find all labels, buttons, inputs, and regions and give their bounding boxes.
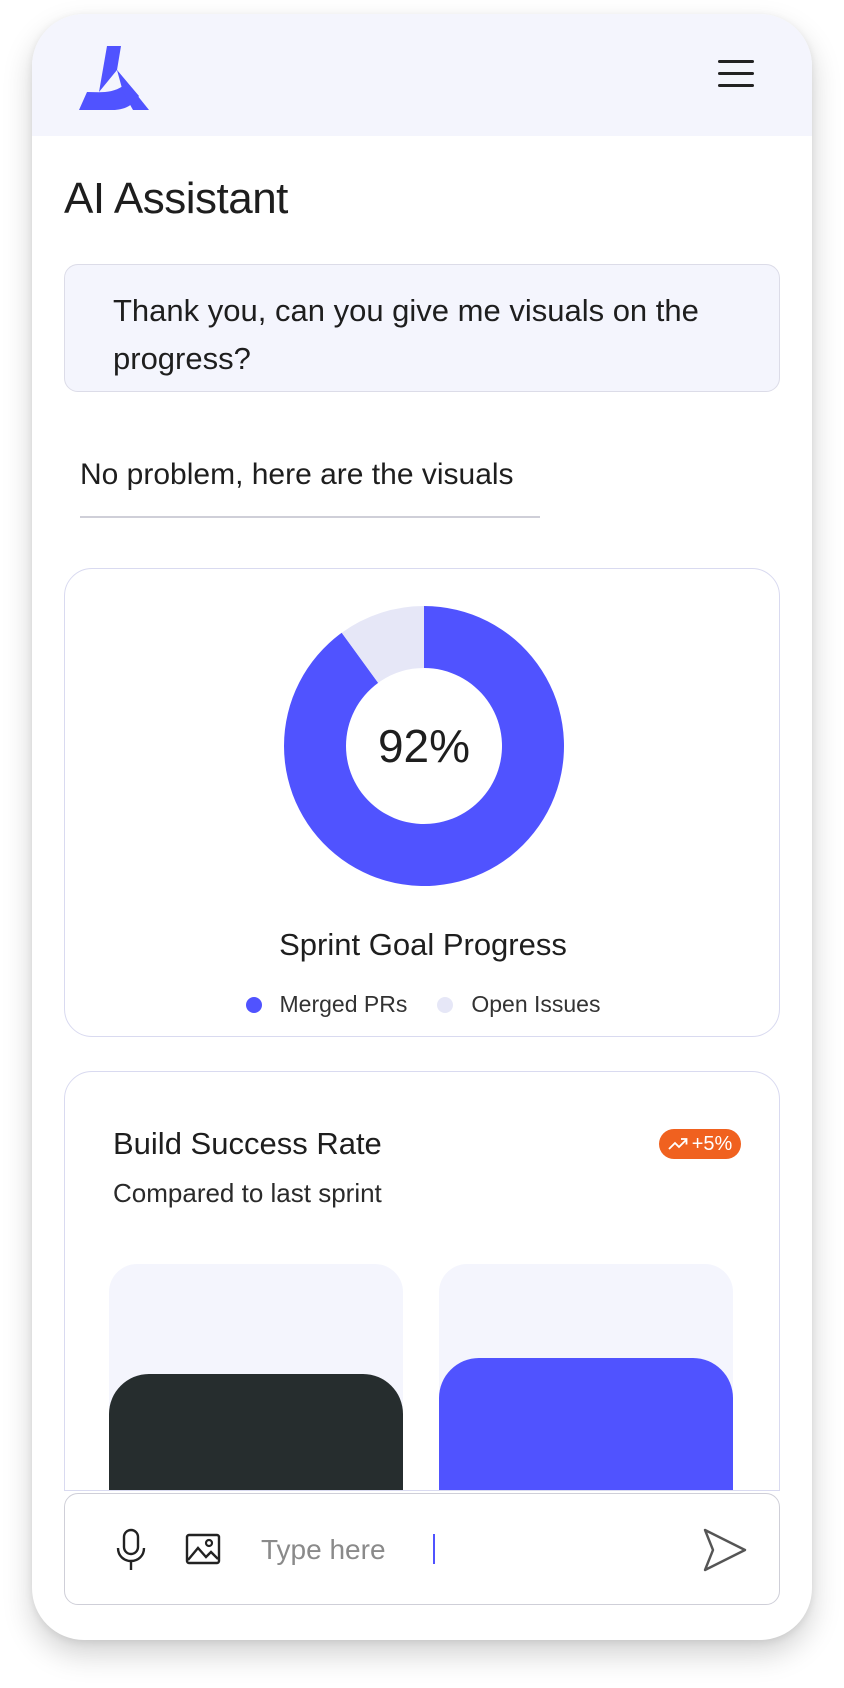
image-icon[interactable]	[185, 1532, 221, 1566]
text-caret	[433, 1534, 435, 1564]
user-message-bubble: Thank you, can you give me visuals on th…	[64, 264, 780, 392]
donut-chart-title: Sprint Goal Progress	[279, 927, 567, 962]
message-composer	[64, 1493, 780, 1605]
legend-label-merged-prs: Merged PRs	[279, 991, 408, 1017]
build-card-subtitle: Compared to last sprint	[113, 1178, 382, 1208]
user-message-text: Thank you, can you give me visuals on th…	[113, 293, 699, 376]
phone-frame: AI Assistant Thank you, can you give me …	[32, 14, 812, 1640]
legend-item-open-issues: Open Issues	[437, 991, 600, 1018]
message-input[interactable]	[261, 1524, 661, 1576]
build-card-title: Build Success Rate	[113, 1126, 382, 1161]
app-header	[32, 14, 812, 136]
trend-badge-value: +5%	[691, 1132, 733, 1155]
bar-current-sprint	[439, 1358, 733, 1490]
legend-dot-merged-prs	[245, 996, 262, 1013]
donut-center-label: 92%	[377, 720, 471, 772]
legend-item-merged-prs: Merged PRs	[245, 991, 408, 1018]
legend-label-open-issues: Open Issues	[471, 991, 601, 1017]
build-success-card: Build Success Rate Compared to last spri…	[64, 1071, 780, 1491]
triangle-logo-icon[interactable]	[77, 44, 151, 110]
assistant-message-divider	[80, 516, 540, 518]
bar-track-1	[109, 1264, 403, 1490]
trend-badge: +5%	[659, 1129, 741, 1159]
legend-dot-open-issues	[437, 996, 454, 1013]
donut-legend: Merged PRs Open Issues	[65, 991, 781, 1018]
sprint-goal-card: 92% Sprint Goal Progress Merged PRs Open…	[64, 568, 780, 1037]
trend-up-icon	[668, 1138, 688, 1150]
send-icon[interactable]	[701, 1526, 749, 1574]
page-title: AI Assistant	[64, 174, 288, 223]
microphone-icon[interactable]	[115, 1528, 147, 1572]
bar-track-2	[439, 1264, 733, 1490]
assistant-message-text: No problem, here are the visuals	[80, 458, 514, 491]
hamburger-menu-icon[interactable]	[716, 56, 756, 92]
bar-previous-sprint	[109, 1374, 403, 1490]
